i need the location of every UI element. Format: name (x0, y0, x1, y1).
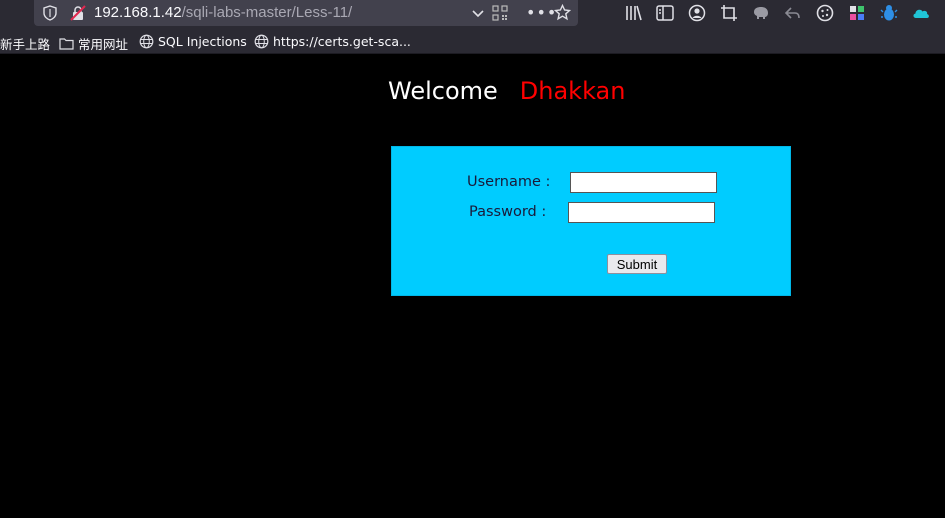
library-icon[interactable] (624, 3, 644, 23)
username-label: Username : (467, 174, 551, 190)
cloud-icon[interactable] (911, 3, 931, 23)
url-path: /sqli-labs-master/Less-11/ (181, 4, 353, 21)
globe-icon (254, 34, 269, 49)
extension-elephant-icon[interactable] (751, 3, 771, 23)
folder-icon (59, 38, 74, 50)
extension-puzzle-icon[interactable] (847, 3, 867, 23)
submit-button[interactable]: Submit (607, 254, 667, 274)
url-host: 192.168.1.42 (94, 4, 182, 21)
welcome-heading: Welcome Dhakkan (388, 77, 625, 105)
page-actions-more-icon[interactable]: ••• (526, 3, 557, 22)
welcome-text: Welcome (388, 77, 498, 105)
bookmark-label: 新手上路 (0, 37, 51, 52)
crop-icon[interactable] (719, 3, 739, 23)
chevron-down-icon[interactable] (471, 6, 485, 20)
url-text[interactable]: 192.168.1.42/sqli-labs-master/Less-11/ (94, 4, 352, 21)
bookmark-label: 常用网址 (78, 37, 129, 52)
password-input[interactable] (568, 202, 715, 223)
bug-icon[interactable] (879, 3, 899, 23)
bookmark-item[interactable]: 新手上路 (0, 34, 50, 53)
globe-icon (139, 34, 154, 49)
bookmark-label: SQL Injections (158, 34, 247, 49)
login-form: Username : Password : Submit (391, 146, 791, 296)
qr-code-icon[interactable] (492, 5, 508, 21)
back-arrow-icon[interactable] (783, 3, 803, 23)
insecure-lock-icon[interactable] (70, 5, 86, 21)
welcome-name: Dhakkan (519, 77, 626, 105)
tracking-protection-shield-icon[interactable] (42, 5, 58, 21)
username-input[interactable] (570, 172, 717, 193)
sidebar-icon[interactable] (655, 3, 675, 23)
bookmark-folder[interactable]: 常用网址 (59, 34, 128, 53)
bookmark-item[interactable]: https://certs.get-sca... (254, 34, 411, 49)
address-bar[interactable]: 192.168.1.42/sqli-labs-master/Less-11/ •… (34, 0, 578, 26)
bookmark-item[interactable]: SQL Injections (139, 34, 247, 49)
bookmark-star-icon[interactable] (554, 4, 571, 21)
bookmarks-bar: 新手上路 常用网址 SQL Injections https://certs.g… (0, 30, 945, 54)
password-label: Password : (469, 204, 547, 220)
account-icon[interactable] (687, 3, 707, 23)
browser-toolbar: 192.168.1.42/sqli-labs-master/Less-11/ •… (0, 0, 945, 30)
bookmark-label: https://certs.get-sca... (273, 34, 411, 49)
cookie-icon[interactable] (815, 3, 835, 23)
